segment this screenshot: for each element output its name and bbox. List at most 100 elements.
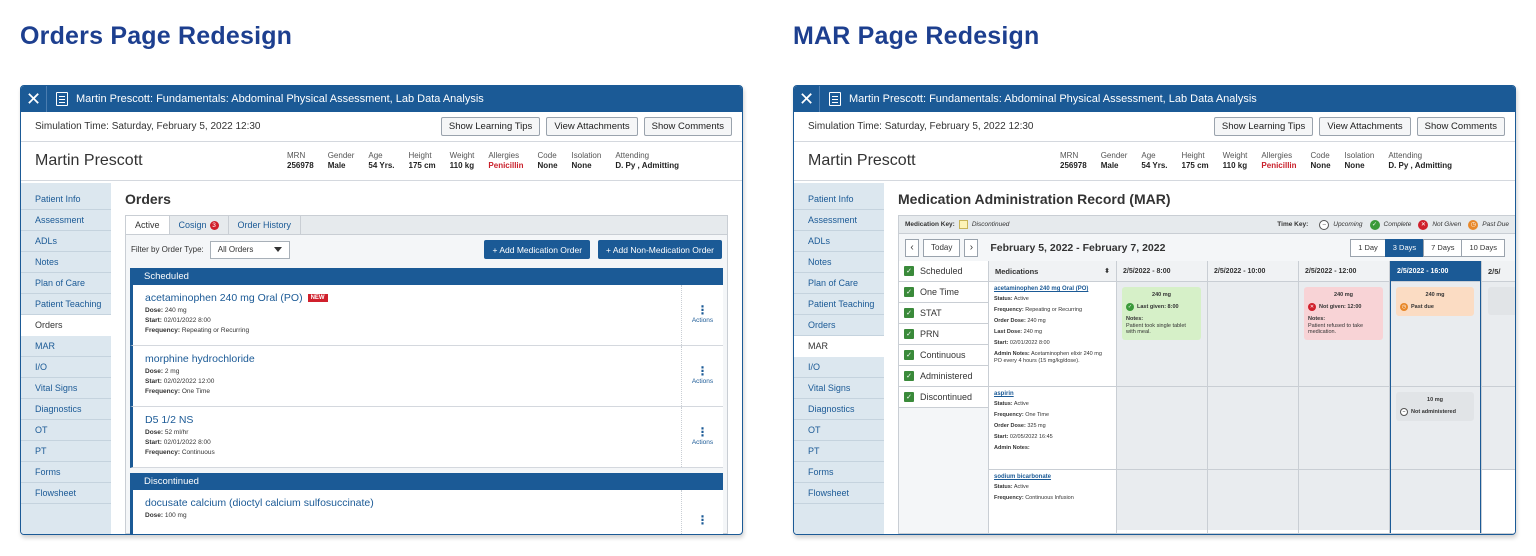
dose-card-past-due[interactable]: 240 mg ◷ Past due: [1396, 287, 1474, 316]
sidebar-item-notes[interactable]: Notes: [794, 252, 884, 273]
order-name[interactable]: acetaminophen 240 mg Oral (PO): [145, 292, 303, 304]
actions-button[interactable]: ⋮ Actions: [681, 285, 723, 345]
dose-cell[interactable]: [1208, 282, 1298, 387]
sidebar-item-patient-teaching[interactable]: Patient Teaching: [794, 294, 884, 315]
dose-cell[interactable]: 240 mg ✕ Not given: 12:00 Notes: Patient …: [1299, 282, 1389, 387]
sidebar-item-notes[interactable]: Notes: [21, 252, 111, 273]
show-comments-button[interactable]: Show Comments: [643, 117, 732, 136]
dose-cell[interactable]: [1299, 470, 1389, 530]
dose-cell[interactable]: [1208, 387, 1298, 470]
sidebar-item-flowsheet[interactable]: Flowsheet: [21, 483, 111, 504]
sidebar-item-patient-teaching[interactable]: Patient Teaching: [21, 294, 111, 315]
range-1-day-button[interactable]: 1 Day: [1350, 238, 1386, 257]
order-type-select[interactable]: All Orders: [209, 240, 290, 259]
show-learning-tips-button[interactable]: Show Learning Tips: [440, 117, 541, 136]
dose-cell[interactable]: [1391, 470, 1480, 530]
med-link[interactable]: sodium bicarbonate: [994, 474, 1111, 480]
close-icon[interactable]: ✕: [794, 86, 820, 112]
dose-card-not-given[interactable]: 240 mg ✕ Not given: 12:00 Notes: Patient …: [1304, 287, 1383, 340]
sidebar-item-mar[interactable]: MAR: [21, 336, 111, 357]
sidebar-item-assessment[interactable]: Assessment: [794, 210, 884, 231]
order-item[interactable]: morphine hydrochloride Dose: 2 mg Start:…: [130, 346, 723, 407]
filter-continuous[interactable]: ✓ Continuous: [899, 345, 988, 366]
chevron-right-icon[interactable]: ›: [964, 238, 979, 257]
med-link[interactable]: aspirin: [994, 391, 1111, 397]
sidebar-item-pt[interactable]: PT: [794, 441, 884, 462]
show-learning-tips-button[interactable]: Show Learning Tips: [1213, 117, 1314, 136]
sidebar-item-pt[interactable]: PT: [21, 441, 111, 462]
view-attachments-button[interactable]: View Attachments: [546, 117, 638, 136]
filter-stat[interactable]: ✓ STAT: [899, 303, 988, 324]
tab-cosign[interactable]: Cosign 3: [170, 216, 229, 234]
filter-scheduled[interactable]: ✓ Scheduled: [899, 261, 988, 282]
chevron-left-icon[interactable]: ‹: [905, 238, 919, 257]
sidebar-item-ot[interactable]: OT: [21, 420, 111, 441]
filter-administered[interactable]: ✓ Administered: [899, 366, 988, 387]
sidebar-item-plan-of-care[interactable]: Plan of Care: [21, 273, 111, 294]
sidebar-item-diagnostics[interactable]: Diagnostics: [21, 399, 111, 420]
checkbox-checked-icon[interactable]: ✓: [904, 371, 914, 381]
sidebar-item-patient-info[interactable]: Patient Info: [794, 189, 884, 210]
sidebar-item-orders[interactable]: Orders: [794, 315, 884, 336]
order-item[interactable]: D5 1/2 NS Dose: 52 ml/hr Start: 02/01/20…: [130, 407, 723, 468]
actions-button[interactable]: ⋮ Actions: [681, 407, 723, 467]
checkbox-checked-icon[interactable]: ✓: [904, 308, 914, 318]
dose-cell[interactable]: [1117, 470, 1207, 530]
add-non-medication-order-button[interactable]: + Add Non-Medication Order: [598, 240, 722, 259]
view-attachments-button[interactable]: View Attachments: [1319, 117, 1411, 136]
close-icon[interactable]: ✕: [21, 86, 47, 112]
sidebar-item-io[interactable]: I/O: [794, 357, 884, 378]
filter-discontinued[interactable]: ✓ Discontinued: [899, 387, 988, 408]
filter-prn[interactable]: ✓ PRN: [899, 324, 988, 345]
sidebar-item-diagnostics[interactable]: Diagnostics: [794, 399, 884, 420]
sidebar-item-ot[interactable]: OT: [794, 420, 884, 441]
dose-cell[interactable]: 10 mg – Not administered: [1391, 387, 1480, 470]
sidebar-item-patient-info[interactable]: Patient Info: [21, 189, 111, 210]
actions-button[interactable]: ⋮: [681, 490, 723, 534]
order-name[interactable]: morphine hydrochloride: [145, 353, 255, 365]
checkbox-checked-icon[interactable]: ✓: [904, 392, 914, 402]
checkbox-checked-icon[interactable]: ✓: [904, 266, 914, 276]
range-3-days-button[interactable]: 3 Days: [1384, 238, 1425, 257]
sidebar-item-adls[interactable]: ADLs: [21, 231, 111, 252]
dose-cell[interactable]: [1299, 387, 1389, 470]
sidebar-item-orders[interactable]: Orders: [21, 315, 111, 336]
today-button[interactable]: Today: [923, 238, 961, 257]
sidebar-item-vital-signs[interactable]: Vital Signs: [794, 378, 884, 399]
sidebar-item-forms[interactable]: Forms: [794, 462, 884, 483]
order-name[interactable]: docusate calcium (dioctyl calcium sulfos…: [145, 497, 374, 509]
sidebar-item-plan-of-care[interactable]: Plan of Care: [794, 273, 884, 294]
order-item[interactable]: docusate calcium (dioctyl calcium sulfos…: [130, 490, 723, 534]
sidebar-item-assessment[interactable]: Assessment: [21, 210, 111, 231]
actions-button[interactable]: ⋮ Actions: [681, 346, 723, 406]
dose-card-partial[interactable]: [1488, 287, 1515, 315]
checkbox-checked-icon[interactable]: ✓: [904, 287, 914, 297]
range-7-days-button[interactable]: 7 Days: [1423, 238, 1463, 257]
dose-cell[interactable]: [1117, 387, 1207, 470]
med-link[interactable]: acetaminophen 240 mg Oral (PO): [994, 286, 1111, 292]
sidebar-item-io[interactable]: I/O: [21, 357, 111, 378]
dose-cell[interactable]: [1482, 282, 1515, 387]
sidebar-item-adls[interactable]: ADLs: [794, 231, 884, 252]
dose-cell[interactable]: [1208, 470, 1298, 530]
dose-card-complete[interactable]: 240 mg ✓ Last given: 8:00 Notes: Patient …: [1122, 287, 1201, 340]
sidebar-item-forms[interactable]: Forms: [21, 462, 111, 483]
sidebar-item-mar[interactable]: MAR: [794, 336, 884, 357]
checkbox-checked-icon[interactable]: ✓: [904, 350, 914, 360]
show-comments-button[interactable]: Show Comments: [1416, 117, 1505, 136]
order-item[interactable]: acetaminophen 240 mg Oral (PO) NEW Dose: …: [130, 285, 723, 346]
sort-icon[interactable]: ⬍: [1104, 267, 1110, 275]
medications-header[interactable]: Medications ⬍: [989, 261, 1116, 282]
checkbox-checked-icon[interactable]: ✓: [904, 329, 914, 339]
add-medication-order-button[interactable]: + Add Medication Order: [484, 240, 591, 259]
dose-cell[interactable]: 240 mg ✓ Last given: 8:00 Notes: Patient …: [1117, 282, 1207, 387]
dose-cell[interactable]: 240 mg ◷ Past due: [1391, 282, 1480, 387]
range-10-days-button[interactable]: 10 Days: [1461, 238, 1505, 257]
dose-cell[interactable]: [1482, 387, 1515, 470]
order-name[interactable]: D5 1/2 NS: [145, 414, 193, 426]
sidebar-item-flowsheet[interactable]: Flowsheet: [794, 483, 884, 504]
dose-card-upcoming[interactable]: 10 mg – Not administered: [1396, 392, 1474, 421]
tab-order-history[interactable]: Order History: [229, 216, 302, 234]
sidebar-item-vital-signs[interactable]: Vital Signs: [21, 378, 111, 399]
tab-active[interactable]: Active: [126, 216, 170, 234]
